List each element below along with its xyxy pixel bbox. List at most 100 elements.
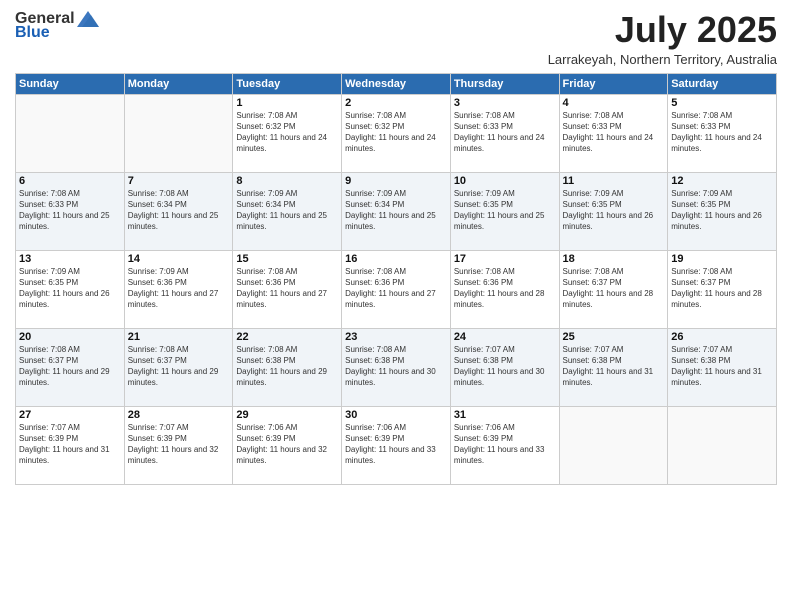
col-wednesday: Wednesday [342, 73, 451, 94]
calendar-cell [559, 406, 668, 484]
calendar-week-row-2: 6Sunrise: 7:08 AMSunset: 6:33 PMDaylight… [16, 172, 777, 250]
day-info: Sunrise: 7:08 AMSunset: 6:32 PMDaylight:… [345, 110, 447, 155]
calendar-cell: 20Sunrise: 7:08 AMSunset: 6:37 PMDayligh… [16, 328, 125, 406]
day-number: 29 [236, 409, 338, 421]
day-info: Sunrise: 7:08 AMSunset: 6:38 PMDaylight:… [236, 344, 338, 389]
calendar-cell: 12Sunrise: 7:09 AMSunset: 6:35 PMDayligh… [668, 172, 777, 250]
day-number: 12 [671, 175, 773, 187]
day-info: Sunrise: 7:08 AMSunset: 6:37 PMDaylight:… [128, 344, 230, 389]
day-number: 17 [454, 253, 556, 265]
day-number: 27 [19, 409, 121, 421]
col-monday: Monday [124, 73, 233, 94]
day-number: 10 [454, 175, 556, 187]
calendar-week-row-1: 1 Sunrise: 7:08 AMSunset: 6:32 PMDaylight… [16, 94, 777, 172]
calendar-cell: 16Sunrise: 7:08 AMSunset: 6:36 PMDayligh… [342, 250, 451, 328]
day-number: 28 [128, 409, 230, 421]
day-info: Sunrise: 7:09 AMSunset: 6:35 PMDaylight:… [671, 188, 773, 233]
day-number: 15 [236, 253, 338, 265]
day-number: 14 [128, 253, 230, 265]
day-number: 7 [128, 175, 230, 187]
calendar-cell: 28Sunrise: 7:07 AMSunset: 6:39 PMDayligh… [124, 406, 233, 484]
day-info: Sunrise: 7:08 AMSunset: 6:36 PMDaylight:… [345, 266, 447, 311]
day-number: 30 [345, 409, 447, 421]
day-number: 26 [671, 331, 773, 343]
day-info: Sunrise: 7:08 AMSunset: 6:36 PMDaylight:… [236, 266, 338, 311]
day-info: Sunrise: 7:09 AMSunset: 6:34 PMDaylight:… [236, 188, 338, 233]
day-info: Sunrise: 7:09 AMSunset: 6:35 PMDaylight:… [563, 188, 665, 233]
day-info: Sunrise: 7:08 AMSunset: 6:33 PMDaylight:… [19, 188, 121, 233]
calendar-cell [668, 406, 777, 484]
day-info: Sunrise: 7:08 AMSunset: 6:36 PMDaylight:… [454, 266, 556, 311]
day-number: 5 [671, 97, 773, 109]
day-number: 6 [19, 175, 121, 187]
day-number: 19 [671, 253, 773, 265]
calendar-table: Sunday Monday Tuesday Wednesday Thursday… [15, 73, 777, 485]
day-info: Sunrise: 7:07 AMSunset: 6:39 PMDaylight:… [128, 422, 230, 467]
col-saturday: Saturday [668, 73, 777, 94]
day-info: Sunrise: 7:08 AMSunset: 6:37 PMDaylight:… [19, 344, 121, 389]
calendar-cell [16, 94, 125, 172]
day-number: 4 [563, 97, 665, 109]
calendar-cell: 31Sunrise: 7:06 AMSunset: 6:39 PMDayligh… [450, 406, 559, 484]
day-info: Sunrise: 7:07 AMSunset: 6:38 PMDaylight:… [671, 344, 773, 389]
day-number: 18 [563, 253, 665, 265]
day-info: Sunrise: 7:09 AMSunset: 6:35 PMDaylight:… [19, 266, 121, 311]
day-number: 24 [454, 331, 556, 343]
calendar-week-row-3: 13Sunrise: 7:09 AMSunset: 6:35 PMDayligh… [16, 250, 777, 328]
calendar-cell: 26Sunrise: 7:07 AMSunset: 6:38 PMDayligh… [668, 328, 777, 406]
page: General Blue July 2025 Larrakeyah, North… [0, 0, 792, 612]
title-block: July 2025 Larrakeyah, Northern Territory… [548, 10, 777, 67]
day-number: 9 [345, 175, 447, 187]
day-info: Sunrise: 7:08 AMSunset: 6:33 PMDaylight:… [671, 110, 773, 155]
calendar-cell: 5Sunrise: 7:08 AMSunset: 6:33 PMDaylight… [668, 94, 777, 172]
calendar-cell: 2Sunrise: 7:08 AMSunset: 6:32 PMDaylight… [342, 94, 451, 172]
calendar-cell: 1Sunrise: 7:08 AMSunset: 6:32 PMDaylight… [233, 94, 342, 172]
month-title: July 2025 [548, 10, 777, 50]
logo: General Blue [15, 10, 99, 42]
day-number: 2 [345, 97, 447, 109]
day-info: Sunrise: 7:08 AMSunset: 6:33 PMDaylight:… [563, 110, 665, 155]
day-info: Sunrise: 7:09 AMSunset: 6:35 PMDaylight:… [454, 188, 556, 233]
col-tuesday: Tuesday [233, 73, 342, 94]
calendar-cell: 25Sunrise: 7:07 AMSunset: 6:38 PMDayligh… [559, 328, 668, 406]
day-number: 11 [563, 175, 665, 187]
day-number: 25 [563, 331, 665, 343]
day-info: Sunrise: 7:07 AMSunset: 6:38 PMDaylight:… [454, 344, 556, 389]
day-number: 1 [236, 97, 338, 109]
day-info: Sunrise: 7:08 AMSunset: 6:38 PMDaylight:… [345, 344, 447, 389]
calendar-cell: 7Sunrise: 7:08 AMSunset: 6:34 PMDaylight… [124, 172, 233, 250]
calendar-cell: 10Sunrise: 7:09 AMSunset: 6:35 PMDayligh… [450, 172, 559, 250]
day-info: Sunrise: 7:08 AMSunset: 6:37 PMDaylight:… [563, 266, 665, 311]
calendar-cell: 17Sunrise: 7:08 AMSunset: 6:36 PMDayligh… [450, 250, 559, 328]
col-thursday: Thursday [450, 73, 559, 94]
logo-icon [77, 11, 99, 27]
day-info: Sunrise: 7:08 AMSunset: 6:37 PMDaylight:… [671, 266, 773, 311]
day-number: 23 [345, 331, 447, 343]
calendar-cell: 4Sunrise: 7:08 AMSunset: 6:33 PMDaylight… [559, 94, 668, 172]
calendar-week-row-5: 27Sunrise: 7:07 AMSunset: 6:39 PMDayligh… [16, 406, 777, 484]
calendar-cell: 15Sunrise: 7:08 AMSunset: 6:36 PMDayligh… [233, 250, 342, 328]
calendar-cell [124, 94, 233, 172]
day-info: Sunrise: 7:08 AMSunset: 6:34 PMDaylight:… [128, 188, 230, 233]
logo-blue-text: Blue [15, 24, 50, 42]
day-number: 22 [236, 331, 338, 343]
day-number: 20 [19, 331, 121, 343]
day-info: Sunrise: 7:06 AMSunset: 6:39 PMDaylight:… [454, 422, 556, 467]
calendar-cell: 18Sunrise: 7:08 AMSunset: 6:37 PMDayligh… [559, 250, 668, 328]
calendar-cell: 22Sunrise: 7:08 AMSunset: 6:38 PMDayligh… [233, 328, 342, 406]
day-number: 3 [454, 97, 556, 109]
day-info: Sunrise: 7:06 AMSunset: 6:39 PMDaylight:… [345, 422, 447, 467]
day-info: Sunrise: 7:08 AMSunset: 6:33 PMDaylight:… [454, 110, 556, 155]
calendar-cell: 11Sunrise: 7:09 AMSunset: 6:35 PMDayligh… [559, 172, 668, 250]
day-info: Sunrise: 7:07 AMSunset: 6:39 PMDaylight:… [19, 422, 121, 467]
day-info: Sunrise: 7:09 AMSunset: 6:36 PMDaylight:… [128, 266, 230, 311]
day-number: 31 [454, 409, 556, 421]
calendar-cell: 23Sunrise: 7:08 AMSunset: 6:38 PMDayligh… [342, 328, 451, 406]
day-number: 16 [345, 253, 447, 265]
day-number: 21 [128, 331, 230, 343]
header: General Blue July 2025 Larrakeyah, North… [15, 10, 777, 67]
calendar-cell: 30Sunrise: 7:06 AMSunset: 6:39 PMDayligh… [342, 406, 451, 484]
day-info: Sunrise: 7:06 AMSunset: 6:39 PMDaylight:… [236, 422, 338, 467]
calendar-cell: 14Sunrise: 7:09 AMSunset: 6:36 PMDayligh… [124, 250, 233, 328]
calendar-cell: 9Sunrise: 7:09 AMSunset: 6:34 PMDaylight… [342, 172, 451, 250]
